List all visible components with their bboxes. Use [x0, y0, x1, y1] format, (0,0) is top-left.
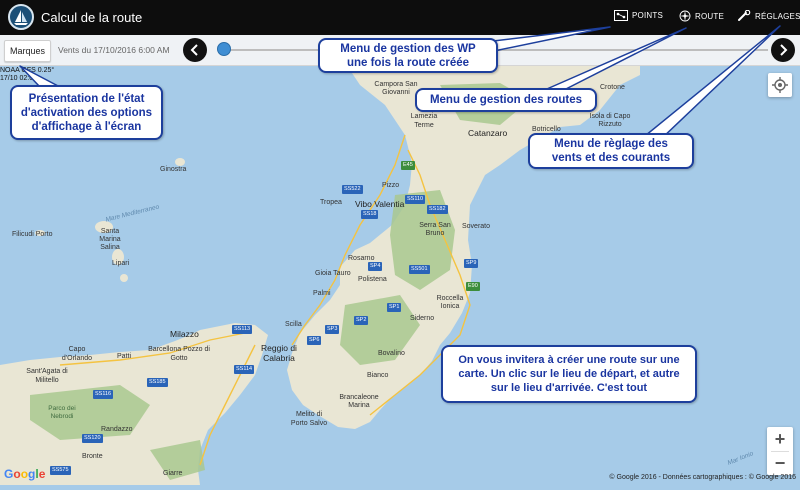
road-shield: SP4	[368, 262, 383, 271]
stromboli-island	[175, 158, 185, 166]
place-bianco: Bianco	[367, 372, 389, 379]
points-menu-button[interactable]: POINTS	[614, 10, 663, 21]
place-siderno: Siderno	[410, 315, 435, 322]
settings-menu-label: RÉGLAGES	[755, 11, 800, 21]
place-roccella: Roccella Ionica	[436, 295, 464, 310]
place-santamarina: Santa Marina Salina	[99, 228, 121, 251]
road-shield: E45	[401, 161, 415, 170]
time-slider-thumb[interactable]	[217, 42, 231, 56]
zoom-controls: + −	[767, 427, 793, 475]
place-bovalino: Bovalino	[378, 350, 405, 357]
callout-wp-menu: Menu de gestion des WP une fois la route…	[318, 38, 498, 73]
zoom-in-button[interactable]: +	[767, 427, 793, 451]
place-barcellona: Barcellona Pozzo di Gotto	[148, 346, 210, 362]
road-shield: SS182	[427, 205, 448, 214]
place-crotone: Crotone	[600, 84, 625, 91]
marques-button[interactable]: Marques	[4, 40, 52, 62]
chevron-left-icon	[190, 44, 198, 56]
place-lamezia: Lamezia Terme	[410, 113, 438, 129]
road-shield: SP6	[307, 336, 322, 345]
place-lipari: Lipari	[112, 260, 130, 267]
previous-time-button[interactable]	[183, 38, 207, 62]
my-location-button[interactable]	[768, 73, 792, 97]
callout-line: On vous invitera à créer une route sur u…	[458, 354, 680, 366]
place-filicudi: Filicudi Porto	[12, 231, 53, 238]
vulcano-island	[120, 274, 128, 282]
place-brancaleone: Brancaleone Marina	[339, 394, 379, 409]
place-catanzaro: Catanzaro	[468, 128, 508, 138]
road-shield: SS501	[409, 265, 430, 274]
place-randazzo: Randazzo	[101, 426, 133, 433]
road-shield: SS575	[50, 466, 71, 475]
callout-line: d'affichage à l'écran	[31, 120, 142, 133]
sailboat-logo-icon	[8, 4, 34, 30]
place-gioia: Gioia Tauro	[315, 270, 351, 277]
road-shield: SS120	[82, 434, 103, 443]
place-botricello: Botricello	[532, 126, 561, 133]
callout-invite: On vous invitera à créer une route sur u…	[441, 345, 697, 403]
callout-line: vents et des courants	[551, 152, 671, 164]
app-title: Calcul de la route	[41, 10, 143, 25]
noaa-model-label: NOAA GFS 0.25° 17/10 02:00	[0, 67, 55, 82]
winds-date-label: Vents du 17/10/2016 6:00 AM	[58, 45, 170, 55]
app-top-bar: Calcul de la route POINTS ROUTE RÉGLAGES	[0, 0, 800, 35]
route-menu-label: ROUTE	[695, 11, 724, 21]
road-shield: SP3	[325, 325, 340, 334]
zoom-out-button[interactable]: −	[767, 451, 793, 475]
map-copyright: © Google 2016 - Données cartographiques …	[609, 474, 796, 481]
chevron-right-icon	[780, 44, 788, 56]
points-menu-label: POINTS	[632, 11, 663, 20]
place-capo: Capo d'Orlando	[61, 346, 93, 362]
place-santagata: Sant'Agata di Militello	[26, 368, 68, 384]
road-shield: SS114	[234, 365, 255, 374]
wrench-icon	[738, 10, 751, 21]
place-scilla: Scilla	[285, 321, 302, 328]
place-patti: Patti	[117, 353, 132, 360]
place-rosarno: Rosarno	[348, 255, 375, 262]
callout-line: Présentation de l'état	[28, 92, 145, 105]
my-location-icon	[772, 77, 788, 93]
callout-settings-menu: Menu de règlage des vents et des courant…	[528, 133, 694, 169]
place-pizzo: Pizzo	[382, 182, 400, 189]
road-shield: SS522	[342, 185, 363, 194]
place-milazzo: Milazzo	[170, 329, 199, 339]
road-shield: SP9	[464, 259, 479, 268]
road-shield: SS116	[93, 390, 114, 399]
callout-route-menu: Menu de gestion des routes	[415, 88, 597, 112]
place-ginostra: Ginostra	[160, 166, 187, 173]
road-shield: SS185	[147, 378, 168, 387]
callout-line: sur le lieu d'arrivée. C'est tout	[490, 382, 648, 394]
place-reggio: Reggio di Calabria	[261, 343, 297, 363]
place-palmi: Palmi	[313, 290, 331, 297]
callout-line: Menu de gestion des routes	[429, 94, 583, 106]
road-shield: SS113	[232, 325, 253, 334]
park-nebrodi: Parco dei Nebrodi	[48, 405, 76, 420]
callout-line: d'activation des options	[20, 106, 153, 119]
compass-rose-icon	[679, 10, 691, 22]
place-vibo: Vibo Valentia	[355, 199, 405, 209]
road-shield: SP2	[354, 316, 369, 325]
road-shield: SP1	[387, 303, 402, 312]
place-polistena: Polistena	[358, 276, 387, 283]
google-logo: Google	[4, 467, 46, 481]
place-serra: Serra San Bruno	[419, 222, 451, 237]
place-isola: Isola di Capo Rizzuto	[589, 113, 631, 128]
road-shield: SS110	[405, 195, 426, 204]
road-shield: SS18	[361, 210, 379, 219]
place-bronte: Bronte	[82, 453, 103, 460]
place-giarre: Giarre	[163, 470, 183, 477]
callout-line: carte. Un clic sur le lieu de départ, et…	[458, 368, 680, 380]
next-time-button[interactable]	[771, 38, 795, 62]
callout-line: Menu de gestion des WP	[340, 42, 476, 55]
callout-line: une fois la route créée	[346, 56, 470, 69]
callout-line: Menu de règlage des	[554, 138, 668, 150]
road-shield: E90	[466, 282, 480, 291]
settings-menu-button[interactable]: RÉGLAGES	[737, 10, 800, 22]
place-soverato: Soverato	[462, 223, 491, 230]
place-tropea: Tropea	[320, 199, 342, 206]
place-melito: Melito di Porto Salvo	[290, 411, 328, 427]
callout-presentation: Présentation de l'état d'activation des …	[10, 85, 163, 140]
map-points-icon	[614, 10, 628, 21]
route-menu-button[interactable]: ROUTE	[679, 10, 724, 22]
